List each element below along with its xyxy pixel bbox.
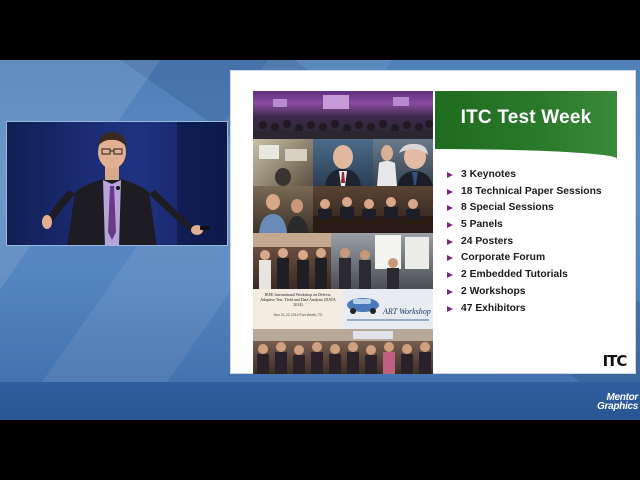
bullet-text: 47 Exhibitors bbox=[461, 302, 526, 314]
workshop-flyer-title: IEEE International Workshop on Defects, … bbox=[260, 292, 336, 307]
bullet-text: 2 Embedded Tutorials bbox=[461, 269, 568, 281]
slide-title-banner: ITC Test Week bbox=[435, 91, 617, 163]
background-band bbox=[0, 382, 640, 420]
keynote-speaker-photo bbox=[313, 139, 373, 186]
bullet-item: 2 Embedded Tutorials bbox=[445, 267, 625, 284]
keynote-speakers-photo bbox=[373, 139, 433, 186]
bullet-item: 24 Posters bbox=[445, 234, 625, 251]
video-stage: IEEE International Workshop on Defects, … bbox=[0, 60, 640, 420]
brand-line-2: Graphics bbox=[597, 401, 638, 412]
bullet-arrow-icon bbox=[447, 272, 453, 279]
bullet-arrow-icon bbox=[447, 305, 453, 312]
bullet-item: 18 Technical Paper Sessions bbox=[445, 184, 625, 201]
booth-photo bbox=[253, 139, 313, 186]
bullet-item: Corporate Forum bbox=[445, 250, 625, 267]
auditorium-photo bbox=[253, 91, 433, 139]
attendees-photo bbox=[253, 186, 313, 233]
poster-session-photo bbox=[331, 233, 433, 289]
slide-title: ITC Test Week bbox=[460, 107, 592, 128]
itc-logo: ITC bbox=[602, 352, 628, 370]
bullet-item: 5 Panels bbox=[445, 217, 625, 234]
bullet-item: 2 Workshops bbox=[445, 284, 625, 301]
presentation-slide: IEEE International Workshop on Defects, … bbox=[230, 70, 636, 374]
art-workshop-label: ART Workshop bbox=[383, 307, 431, 316]
bullet-arrow-icon bbox=[447, 288, 453, 295]
art-workshop-flyer: ART Workshop bbox=[343, 289, 433, 329]
bullet-item: 8 Special Sessions bbox=[445, 200, 625, 217]
bullet-text: 8 Special Sessions bbox=[461, 202, 554, 214]
bullet-text: Corporate Forum bbox=[461, 252, 546, 264]
bullet-text: 2 Workshops bbox=[461, 285, 526, 297]
bullet-arrow-icon bbox=[447, 205, 453, 212]
bullet-text: 3 Keynotes bbox=[461, 169, 516, 180]
letterbox-top bbox=[0, 0, 640, 60]
bullet-arrow-icon bbox=[447, 172, 453, 178]
bullet-list: 3 Keynotes 18 Technical Paper Sessions 8… bbox=[445, 167, 625, 317]
bullet-text: 24 Posters bbox=[461, 235, 514, 247]
speaker-figure bbox=[7, 122, 227, 245]
letterbox-bottom bbox=[0, 420, 640, 480]
speaker-video-inset bbox=[6, 121, 228, 246]
bullet-arrow-icon bbox=[447, 238, 453, 245]
workshop-flyer: IEEE International Workshop on Defects, … bbox=[253, 289, 343, 329]
bullet-item: 47 Exhibitors bbox=[445, 301, 625, 318]
networking-photo bbox=[253, 233, 331, 289]
panel-session-photo bbox=[313, 186, 433, 233]
bullet-text: 5 Panels bbox=[461, 219, 503, 231]
bullet-text: 18 Technical Paper Sessions bbox=[461, 185, 602, 197]
bullet-arrow-icon bbox=[447, 222, 453, 229]
crowd-photo bbox=[253, 329, 433, 374]
bullet-arrow-icon bbox=[447, 188, 453, 195]
mentor-graphics-logo: Mentor Graphics bbox=[582, 393, 638, 412]
workshop-flyer-date: Nov 21-22 2014 Fort Worth, TX bbox=[273, 313, 323, 317]
photo-collage: IEEE International Workshop on Defects, … bbox=[253, 91, 433, 374]
bullet-item: 3 Keynotes bbox=[445, 167, 625, 184]
bullet-arrow-icon bbox=[447, 255, 453, 262]
